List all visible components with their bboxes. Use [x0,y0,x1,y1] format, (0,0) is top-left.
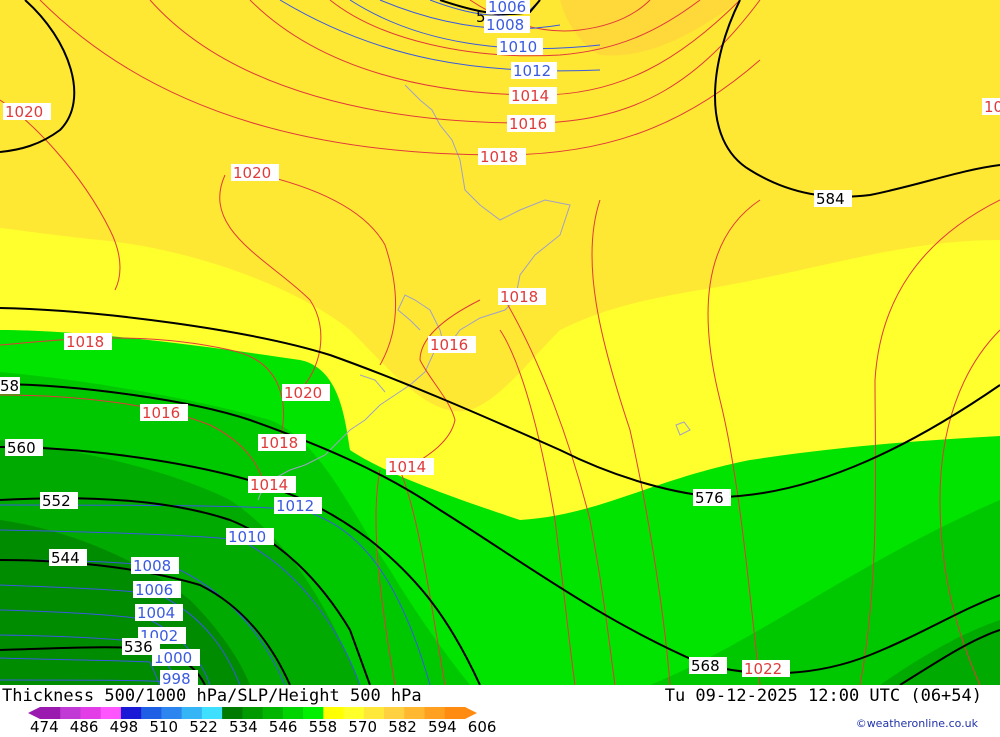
svg-text:576: 576 [695,489,724,507]
legend-tick-label: 558 [309,718,338,733]
title-bar: Thickness 500/1000 hPa/SLP/Height 500 hP… [0,685,1000,707]
height-label: 552 [40,492,78,510]
svg-text:560: 560 [7,439,36,457]
svg-text:1014: 1014 [388,458,426,476]
svg-text:5: 5 [476,8,486,26]
legend-tick-label: 606 [468,718,497,733]
height-label: 584 [814,190,852,208]
legend-tick-label: 582 [388,718,417,733]
isobar-label: 1014 [386,458,434,476]
svg-text:1010: 1010 [499,38,537,56]
svg-text:1012: 1012 [276,497,314,515]
svg-text:1004: 1004 [137,604,175,622]
height-label: 576 [693,489,731,507]
isobar-label: 1010 [497,38,543,56]
isobar-label: 1008 [131,557,179,575]
svg-text:1020: 1020 [233,164,271,182]
svg-text:568: 568 [691,657,720,675]
height-label: 560 [5,439,43,457]
isobar-label: 1018 [498,288,546,306]
isobar-label: 1016 [140,404,188,422]
legend-tick-labels: 474 486 498 510 522 534 546 558 570 582 594 606 [30,718,497,736]
height-label: 568 [689,657,727,675]
svg-text:998: 998 [162,670,191,685]
height-label: 58 [0,377,20,395]
svg-text:1016: 1016 [430,336,468,354]
svg-text:1020: 1020 [284,384,322,402]
legend-tick-label: 474 [30,718,59,733]
isobar-label: 1010 [226,528,274,546]
legend-tick-label: 522 [189,718,218,733]
map-title: Thickness 500/1000 hPa/SLP/Height 500 hP… [2,686,422,706]
svg-text:1010: 1010 [228,528,266,546]
isobar-label: 1016 [428,336,476,354]
isobar-label: 1014 [248,476,296,494]
weather-map: 1006 1008 1010 1012 1014 1016 1018 1020 … [0,0,1000,685]
svg-text:58: 58 [0,377,19,395]
legend-tick-label: 510 [149,718,178,733]
isobar-label: 1014 [509,87,557,105]
isobar-label: 1012 [511,62,557,80]
isobar-label: 1006 [133,581,181,599]
svg-text:1008: 1008 [486,16,524,34]
legend-tick-label: 546 [269,718,298,733]
legend-tick-label: 486 [70,718,99,733]
svg-text:1018: 1018 [500,288,538,306]
svg-text:1020: 1020 [5,103,43,121]
svg-text:536: 536 [124,638,153,656]
svg-text:1014: 1014 [511,87,549,105]
isobar-label: 1016 [507,115,555,133]
credit-text: ©weatheronline.co.uk [855,717,978,730]
isobar-label: 1018 [478,148,526,166]
svg-text:1018: 1018 [260,434,298,452]
map-valid-time: Tu 09-12-2025 12:00 UTC (06+54) [664,686,982,706]
svg-text:10: 10 [984,98,1000,116]
legend-tick-label: 594 [428,718,457,733]
isobar-label-text: 1006 [488,0,526,16]
svg-text:1016: 1016 [142,404,180,422]
legend-tick-label: 534 [229,718,258,733]
height-label: 544 [49,549,87,567]
svg-text:552: 552 [42,492,71,510]
isobar-label: 1020 [282,384,330,402]
svg-text:1018: 1018 [66,333,104,351]
svg-text:1008: 1008 [133,557,171,575]
svg-text:544: 544 [51,549,80,567]
isobar-label: 1012 [274,497,322,515]
svg-text:1022: 1022 [744,660,782,678]
isobar-label: 998 [160,670,198,685]
svg-text:1006: 1006 [135,581,173,599]
isobar-label: 10 [982,98,1000,116]
isobar-label: 1020 [3,103,51,121]
svg-text:1018: 1018 [480,148,518,166]
svg-text:1014: 1014 [250,476,288,494]
svg-text:584: 584 [816,190,845,208]
isobar-label: 1008 [484,16,530,34]
isobar-label: 1018 [258,434,306,452]
height-label: 5 [476,8,486,26]
isobar-label: 1022 [742,660,790,678]
color-legend: 474 486 498 510 522 534 546 558 570 582 594 606 [0,705,1000,736]
svg-text:1012: 1012 [513,62,551,80]
legend-tick-label: 570 [348,718,377,733]
isobar-label: 1020 [231,164,279,182]
legend-tick-label: 498 [110,718,139,733]
isobar-label: 1006 [486,0,530,16]
isobar-label: 1004 [135,604,183,622]
height-label: 536 [122,638,160,656]
isobar-label: 1018 [64,333,112,351]
svg-text:1016: 1016 [509,115,547,133]
